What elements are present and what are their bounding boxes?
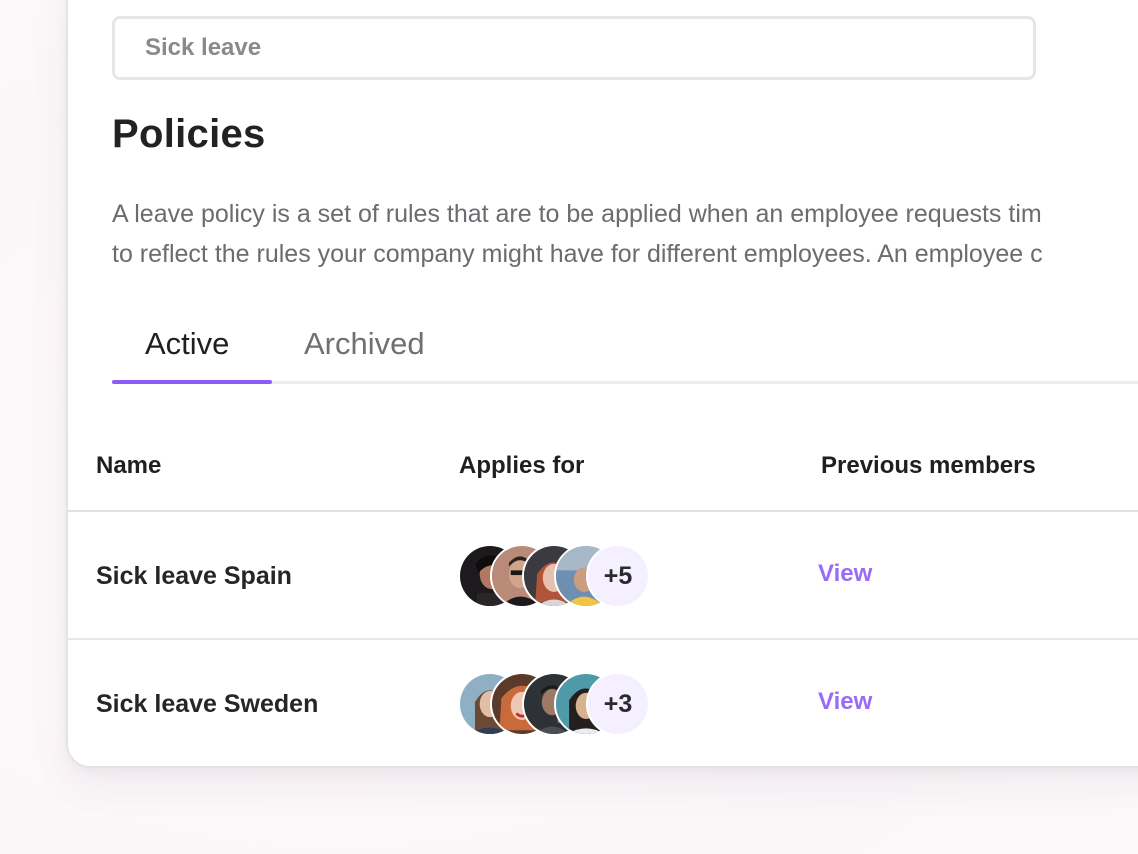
column-header-applies-for[interactable]: Applies for: [459, 452, 584, 480]
view-previous-members-link[interactable]: View: [818, 688, 872, 716]
table-row[interactable]: Sick leave Sweden +3 View: [68, 640, 1138, 768]
policies-description: A leave policy is a set of rules that ar…: [112, 194, 1138, 274]
page-title: Policies: [112, 112, 266, 156]
policy-name-cell: Sick leave Sweden: [96, 690, 319, 718]
policy-name-cell: Sick leave Spain: [96, 562, 292, 590]
tab-archived[interactable]: Archived: [304, 326, 425, 362]
more-members-badge[interactable]: +3: [586, 672, 650, 736]
more-members-badge[interactable]: +5: [586, 544, 650, 608]
view-previous-members-link[interactable]: View: [818, 560, 872, 588]
tab-active[interactable]: Active: [145, 326, 229, 362]
column-header-name[interactable]: Name: [96, 452, 161, 480]
table-header: Name Applies for Previous members: [68, 432, 1138, 512]
policy-name-value: Sick leave: [145, 34, 262, 61]
applies-for-avatars[interactable]: +5: [458, 544, 658, 608]
page-background: Sick leave Policies A leave policy is a …: [0, 0, 1138, 854]
description-line-2: to reflect the rules your company might …: [112, 240, 1043, 268]
description-line-1: A leave policy is a set of rules that ar…: [112, 200, 1042, 228]
policy-name-input[interactable]: Sick leave: [112, 16, 1036, 80]
applies-for-avatars[interactable]: +3: [458, 672, 658, 736]
policy-tabs: Active Archived: [112, 318, 1138, 384]
column-header-previous-members[interactable]: Previous members: [821, 452, 1036, 480]
table-row[interactable]: Sick leave Spain +5 View: [68, 512, 1138, 640]
active-tab-indicator: [112, 380, 272, 384]
